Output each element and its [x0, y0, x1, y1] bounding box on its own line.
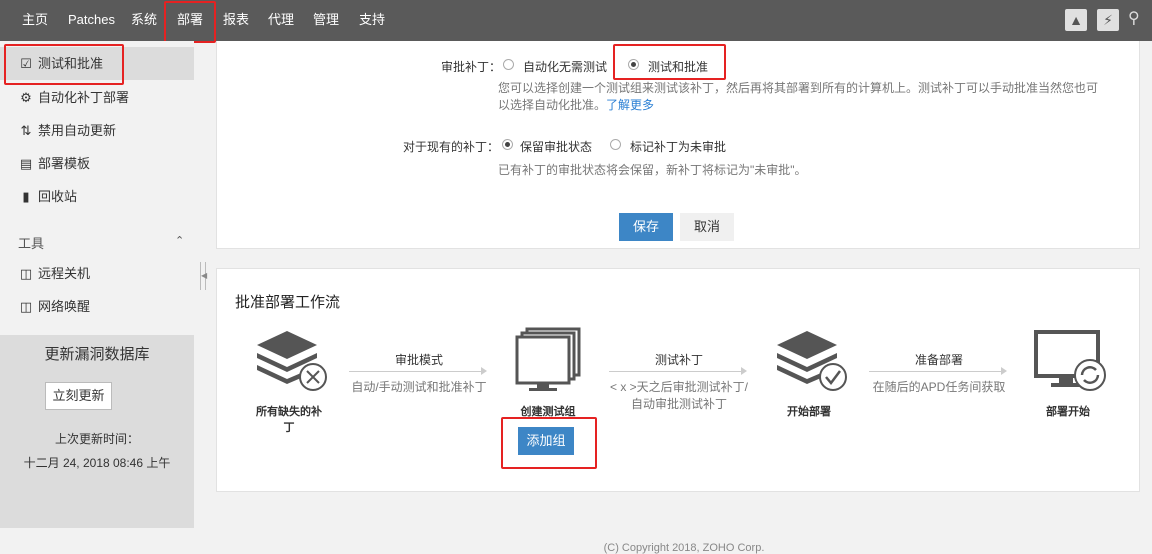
- stacked-monitor-icon: [515, 327, 581, 391]
- layers-check-icon: [777, 331, 847, 391]
- arrow-line: [609, 371, 741, 372]
- last-update-label: 上次更新时间：: [54, 432, 139, 446]
- monitor-refresh-icon: [1034, 330, 1106, 391]
- nav-home[interactable]: 主页: [22, 0, 48, 41]
- trash-icon: ▮: [22, 189, 30, 204]
- arrow-sub-line2: 自动审批测试补丁: [630, 397, 727, 411]
- arrow-right-icon: [481, 367, 487, 375]
- template-icon: ▤: [19, 156, 33, 171]
- gear-icon: ⚙: [20, 90, 32, 105]
- arrow-right-icon: [741, 367, 747, 375]
- arrow-sub: < x >天之后审批测试补丁/自动审批测试补丁: [599, 378, 759, 412]
- nav-reports[interactable]: 报表: [223, 0, 249, 41]
- top-nav-bar: 主页 Patches 系统 部署 报表 代理 管理 支持 ▲ ⚡ ⚲: [0, 0, 1152, 43]
- sidebar-item-label: 部署模板: [38, 156, 91, 171]
- arrow-title: 准备部署: [914, 353, 963, 367]
- sidebar-item-label: 网络唤醒: [38, 299, 91, 314]
- nav-systems[interactable]: 系统: [131, 0, 157, 41]
- nav-highlight-box: [164, 1, 216, 43]
- nav-agent[interactable]: 代理: [268, 0, 294, 41]
- step-label: 开始部署: [759, 403, 859, 419]
- update-db-box: 更新漏洞数据库 立刻更新 上次更新时间： 十二月 24, 2018 08:46 …: [0, 335, 194, 528]
- approval-hint-line1: 您可以选择创建一个测试组来测试该补丁，然后再将其部署到所有的计算机上。测试补丁可…: [498, 81, 1099, 95]
- search-icon[interactable]: ⚲: [1128, 8, 1140, 28]
- chevron-up-icon[interactable]: ⌃: [175, 234, 184, 247]
- arrow-sub-line1: 自动/手动测试和批准补丁: [351, 380, 487, 394]
- lightning-icon[interactable]: ⚡: [1097, 9, 1119, 31]
- sidebar-item-disable-auto-update[interactable]: ⇅ 禁用自动更新: [0, 114, 194, 147]
- update-now-button[interactable]: 立刻更新: [45, 382, 112, 410]
- arrow-title: 审批模式: [394, 353, 443, 367]
- arrow-line: [869, 371, 1001, 372]
- nav-support[interactable]: 支持: [359, 0, 385, 41]
- sidebar-item-label: 禁用自动更新: [38, 123, 117, 138]
- workflow-title: 批准部署工作流: [235, 294, 341, 311]
- sidebar-item-templates[interactable]: ▤ 部署模板: [0, 147, 194, 180]
- sidebar-highlight-box: [4, 44, 124, 85]
- approval-hint-line2: 以选择自动化批准。了解更多: [498, 96, 654, 113]
- add-group-highlight-box: [501, 417, 597, 469]
- cancel-button[interactable]: 取消: [680, 213, 734, 241]
- update-db-title: 更新漏洞数据库: [44, 346, 150, 363]
- sidebar-collapse-handle[interactable]: ◀: [200, 262, 207, 290]
- sidebar-item-label: 远程关机: [38, 266, 91, 281]
- save-button[interactable]: 保存: [619, 213, 673, 241]
- arrow-sub-line1: < x >天之后审批测试补丁/: [609, 380, 749, 394]
- mark-unapproved-label: 标记补丁为未审批: [630, 140, 727, 154]
- nav-patches[interactable]: Patches: [68, 0, 115, 41]
- step-label: 所有缺失的补丁: [239, 403, 339, 435]
- radio-auto-approve[interactable]: [503, 59, 514, 70]
- nav-admin[interactable]: 管理: [313, 0, 339, 41]
- option-auto-label: 自动化无需测试: [523, 60, 608, 74]
- arrow-right-icon: [1001, 367, 1007, 375]
- step-label-line2: 丁: [283, 422, 295, 434]
- step-label-line1: 部署开始: [1046, 406, 1090, 418]
- rocket-icon[interactable]: ▲: [1065, 9, 1087, 31]
- disabled-sync-icon: ⇅: [20, 123, 32, 138]
- step-label-line1: 所有缺失的补: [256, 406, 322, 418]
- sidebar-item-remote-shutdown[interactable]: ◫ 远程关机: [0, 257, 194, 290]
- step-label: 部署开始: [1018, 403, 1118, 419]
- sidebar-item-label: 回收站: [38, 189, 78, 204]
- sidebar-item-recycle-bin[interactable]: ▮ 回收站: [0, 180, 194, 213]
- approval-label: 审批补丁：: [441, 60, 502, 74]
- sidebar-item-wake-on-lan[interactable]: ◫ 网络唤醒: [0, 290, 194, 323]
- last-update-time: 十二月 24, 2018 08:46 上午: [23, 456, 171, 470]
- arrow-sub: 在随后的APD任务间获取: [867, 378, 1011, 395]
- step-label-line1: 开始部署: [787, 406, 831, 418]
- arrow-title: 测试补丁: [654, 353, 703, 367]
- layers-x-icon: [257, 331, 327, 391]
- sidebar: ☑ 测试和批准 ⚙ 自动化补丁部署 ⇅ 禁用自动更新 ▤ 部署模板 ▮ 回收站 工具 ⌃ …: [0, 41, 194, 554]
- approval-hint-text: 以选择自动化批准。: [498, 98, 607, 112]
- approval-settings-panel: 审批补丁： 自动化无需测试 测试和批准 您可以选择创建一个测试组来测试该补丁，然…: [216, 41, 1140, 249]
- sidebar-item-apd[interactable]: ⚙ 自动化补丁部署: [0, 81, 194, 114]
- option-highlight-box: [613, 44, 726, 80]
- sidebar-item-label: 自动化补丁部署: [38, 90, 130, 105]
- monitor-power-icon: ◫: [19, 299, 33, 314]
- existing-hint: 已有补丁的审批状态将会保留，新补丁将标记为"未审批"。: [498, 163, 807, 177]
- arrow-sub: 自动/手动测试和批准补丁: [347, 378, 491, 395]
- workflow-panel: 批准部署工作流 所有缺失的补丁 审批模式 自动/手动测试和批准补丁 创建测试组 …: [216, 268, 1140, 492]
- radio-mark-unapproved[interactable]: [610, 139, 621, 150]
- arrow-line: [349, 371, 481, 372]
- footer-copyright: (C) Copyright 2018, ZOHO Corp.: [603, 542, 765, 554]
- tools-section-title: 工具: [18, 236, 45, 251]
- arrow-sub-line1: 在随后的APD任务间获取: [872, 380, 1006, 394]
- radio-keep-status[interactable]: [502, 139, 513, 150]
- existing-patches-label: 对于现有的补丁：: [403, 140, 500, 154]
- learn-more-link[interactable]: 了解更多: [606, 98, 654, 112]
- keep-status-label: 保留审批状态: [520, 140, 593, 154]
- monitor-power-icon: ◫: [19, 266, 33, 281]
